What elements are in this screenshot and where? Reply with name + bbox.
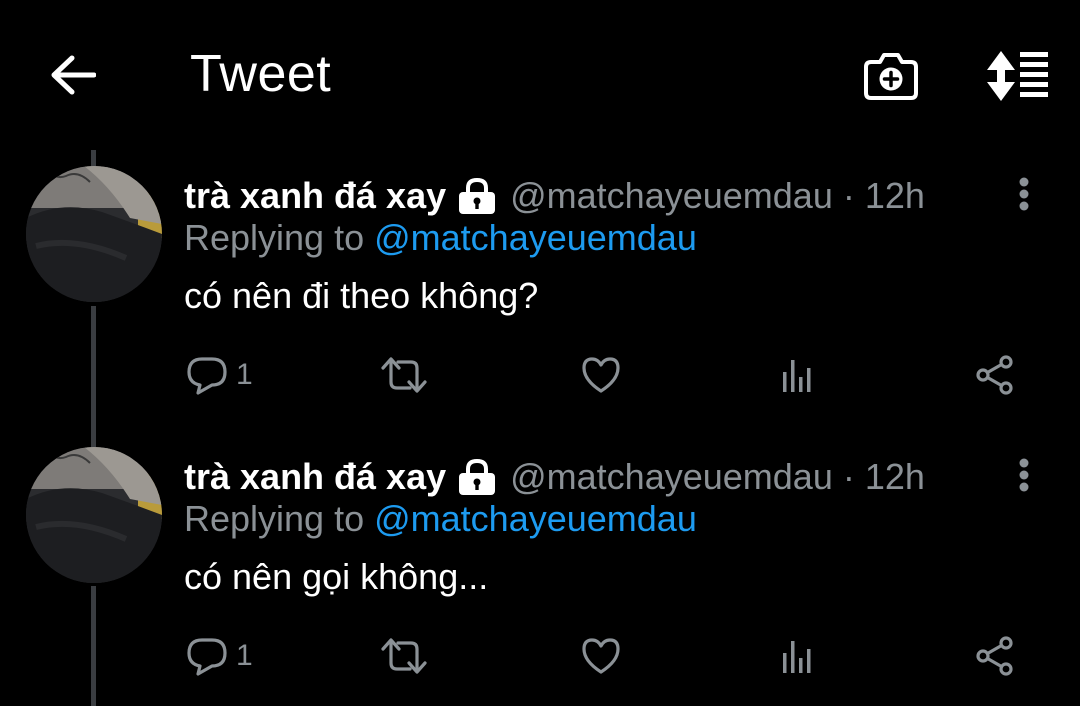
top-app-bar: Tweet	[0, 0, 1080, 150]
separator-dot: ·	[842, 456, 855, 497]
tweet-text: có nên gọi không...	[184, 556, 489, 597]
share-button[interactable]	[974, 633, 1016, 679]
more-vertical-icon	[1019, 177, 1029, 211]
sort-icon	[987, 51, 1048, 101]
display-name[interactable]: trà xanh đá xay	[184, 175, 446, 217]
like-icon	[582, 357, 620, 393]
reply-count: 1	[236, 358, 253, 391]
reply-icon	[187, 357, 227, 395]
replying-to-label: Replying to	[184, 498, 365, 539]
tweet-item[interactable]: trà xanh đá xay @matchayeuemdau · 12h Re…	[0, 421, 1080, 701]
analytics-button[interactable]	[780, 352, 816, 398]
tweet-timestamp: 12h	[864, 175, 925, 216]
display-name[interactable]: trà xanh đá xay	[184, 456, 446, 498]
like-button[interactable]	[580, 633, 622, 679]
share-icon	[976, 355, 1013, 395]
replying-to-line: Replying to @matchayeuemdau	[184, 495, 697, 543]
lock-icon	[456, 176, 498, 216]
more-options-button[interactable]	[1006, 168, 1042, 220]
reply-icon	[187, 638, 227, 676]
share-button[interactable]	[974, 352, 1016, 398]
arrow-left-icon	[51, 55, 96, 95]
tweet-text: có nên đi theo không?	[184, 275, 539, 316]
reply-button[interactable]: 1	[186, 633, 253, 679]
replying-to-line: Replying to @matchayeuemdau	[184, 214, 697, 262]
reply-button[interactable]: 1	[186, 352, 253, 398]
camera-button[interactable]	[858, 44, 924, 108]
analytics-icon	[783, 641, 811, 673]
avatar-image	[26, 166, 162, 302]
lock-icon	[456, 457, 498, 497]
retweet-button[interactable]	[380, 352, 428, 398]
like-button[interactable]	[580, 352, 622, 398]
replying-to-label: Replying to	[184, 217, 365, 258]
analytics-button[interactable]	[780, 633, 816, 679]
camera-add-icon	[864, 53, 918, 100]
tweet-timestamp: 12h	[864, 456, 925, 497]
retweet-button[interactable]	[380, 633, 428, 679]
replying-to-link[interactable]: @matchayeuemdau	[374, 217, 697, 258]
share-icon	[976, 636, 1013, 676]
back-button[interactable]	[46, 50, 100, 100]
avatar[interactable]	[26, 166, 162, 302]
page-title: Tweet	[190, 45, 332, 103]
user-handle[interactable]: @matchayeuemdau	[510, 175, 833, 217]
replying-to-link[interactable]: @matchayeuemdau	[374, 498, 697, 539]
retweet-icon	[381, 357, 427, 393]
reply-count: 1	[236, 639, 253, 672]
like-icon	[582, 638, 620, 674]
more-options-button[interactable]	[1006, 449, 1042, 501]
tweet-item[interactable]: trà xanh đá xay @matchayeuemdau · 12h Re…	[0, 140, 1080, 420]
more-vertical-icon	[1019, 458, 1029, 492]
analytics-icon	[783, 360, 811, 392]
avatar[interactable]	[26, 447, 162, 583]
sort-replies-button[interactable]	[978, 44, 1056, 108]
retweet-icon	[381, 638, 427, 674]
user-handle[interactable]: @matchayeuemdau	[510, 456, 833, 498]
avatar-image	[26, 447, 162, 583]
separator-dot: ·	[842, 175, 855, 216]
